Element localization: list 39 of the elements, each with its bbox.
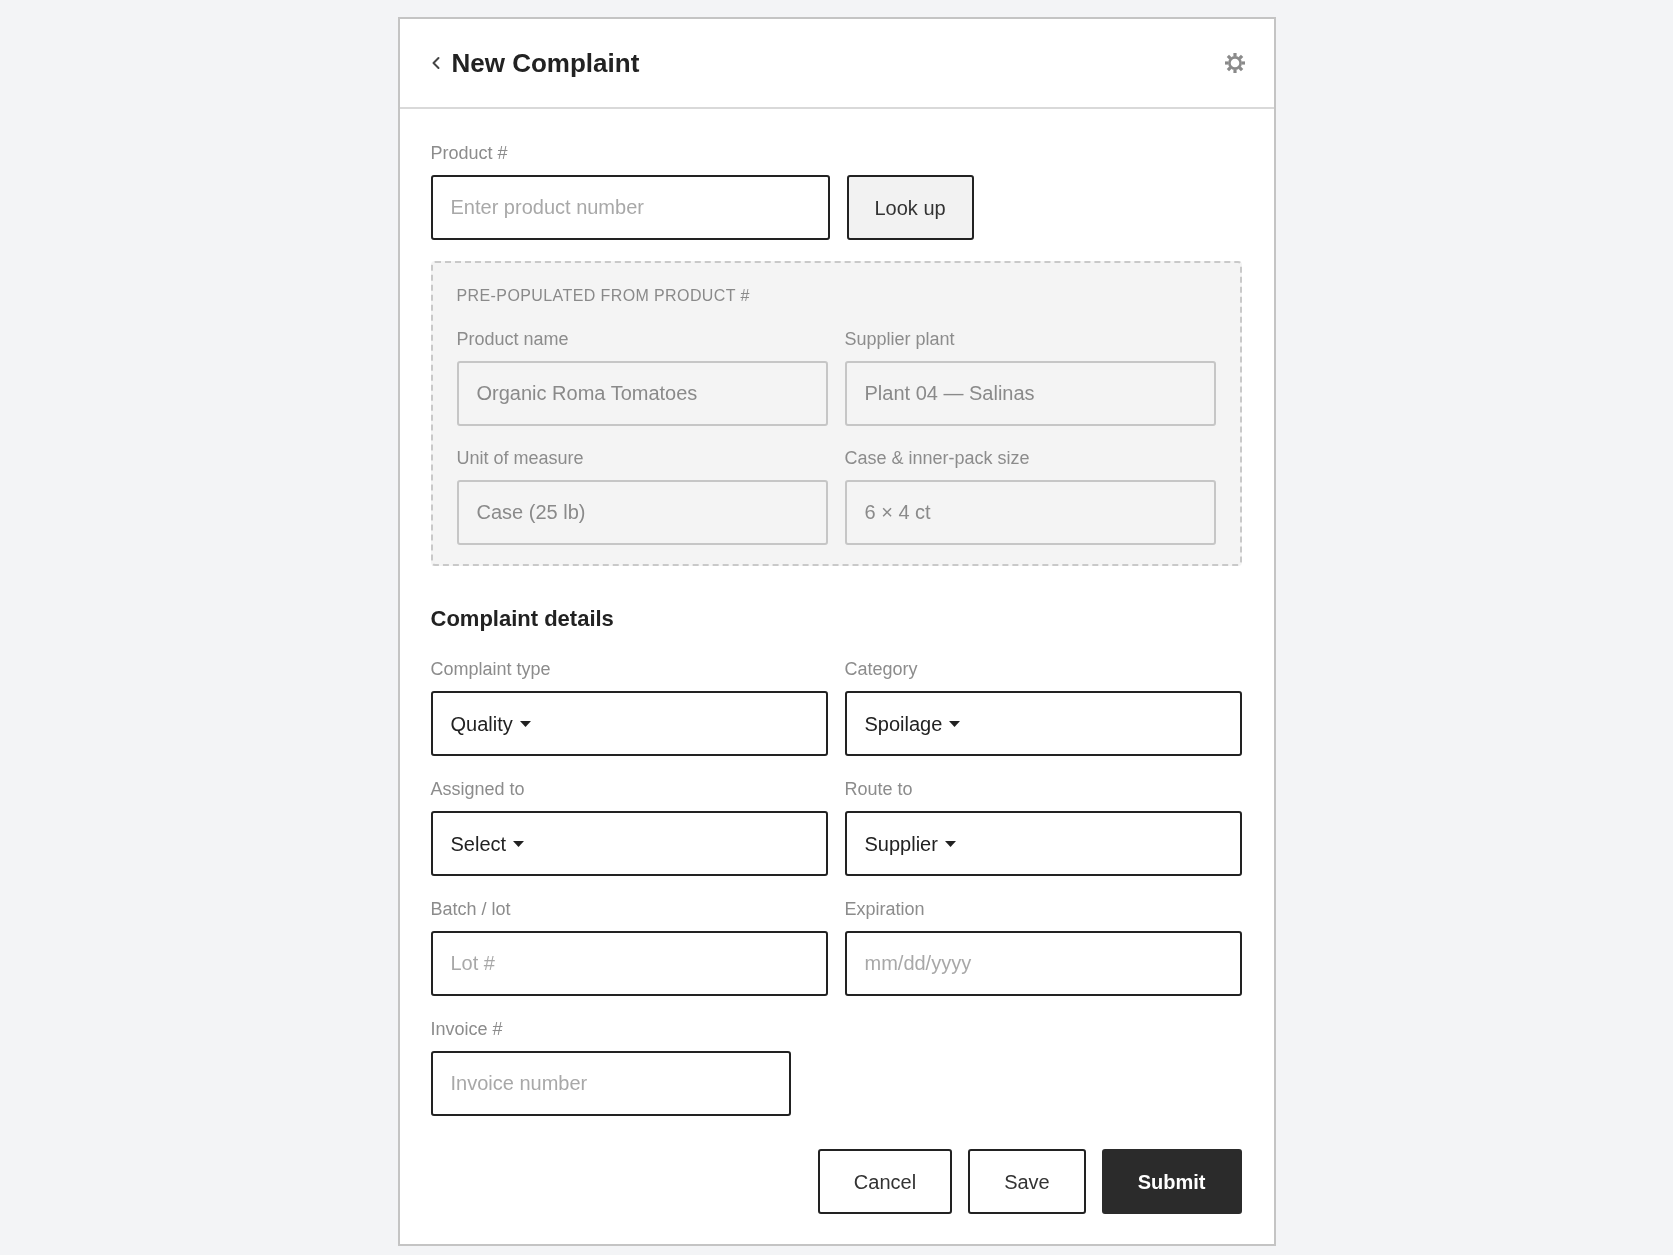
action-button[interactable]: Cancel (817, 1149, 953, 1214)
caret-icon (944, 840, 956, 847)
back-button[interactable] (430, 56, 441, 70)
settings-button[interactable] (1223, 52, 1246, 74)
section-heading: Complaint details (430, 605, 614, 633)
input-field[interactable]: mm/dd/yyyy (844, 931, 1242, 996)
input-field[interactable]: Invoice number (430, 1051, 791, 1116)
field-label: Category (844, 658, 918, 681)
field-label: Case & inner-pack size (844, 447, 1030, 470)
dropdown[interactable]: Supplier (844, 811, 1242, 876)
text-field: Plant 04 — Salinas (844, 361, 1216, 426)
caret-icon (513, 840, 525, 847)
page-title: New Complaint (451, 47, 640, 79)
field-label: Assigned to (430, 778, 525, 801)
text-field: 6 × 4 ct (844, 480, 1216, 545)
submit-button[interactable]: Submit (1101, 1149, 1242, 1214)
field-label: Route to (844, 778, 913, 801)
action-button[interactable]: Save (968, 1149, 1086, 1214)
panel-caption: PRE-POPULATED FROM PRODUCT # (456, 286, 750, 306)
chevron-left-icon (430, 56, 441, 70)
text-field: Organic Roma Tomatoes (456, 361, 828, 426)
look-up-button[interactable]: Look up (846, 175, 974, 240)
caret-icon (519, 720, 531, 727)
field-label: Complaint type (430, 658, 551, 681)
field-label: Supplier plant (844, 328, 955, 351)
settings-icon (1223, 52, 1246, 74)
input-field[interactable]: Lot # (430, 931, 828, 996)
dropdown[interactable]: Spoilage (844, 691, 1242, 756)
field-label: Product # (430, 142, 508, 165)
field-label: Product name (456, 328, 569, 351)
field-label: Unit of measure (456, 447, 584, 470)
product-number-field[interactable]: Enter product number (430, 175, 830, 240)
dropdown[interactable]: Quality (430, 691, 828, 756)
text-field: Case (25 lb) (456, 480, 828, 545)
field-label: Expiration (844, 898, 925, 921)
caret-icon (949, 720, 961, 727)
field-label: Batch / lot (430, 898, 511, 921)
field-label: Invoice # (430, 1018, 503, 1041)
dropdown[interactable]: Select (430, 811, 828, 876)
